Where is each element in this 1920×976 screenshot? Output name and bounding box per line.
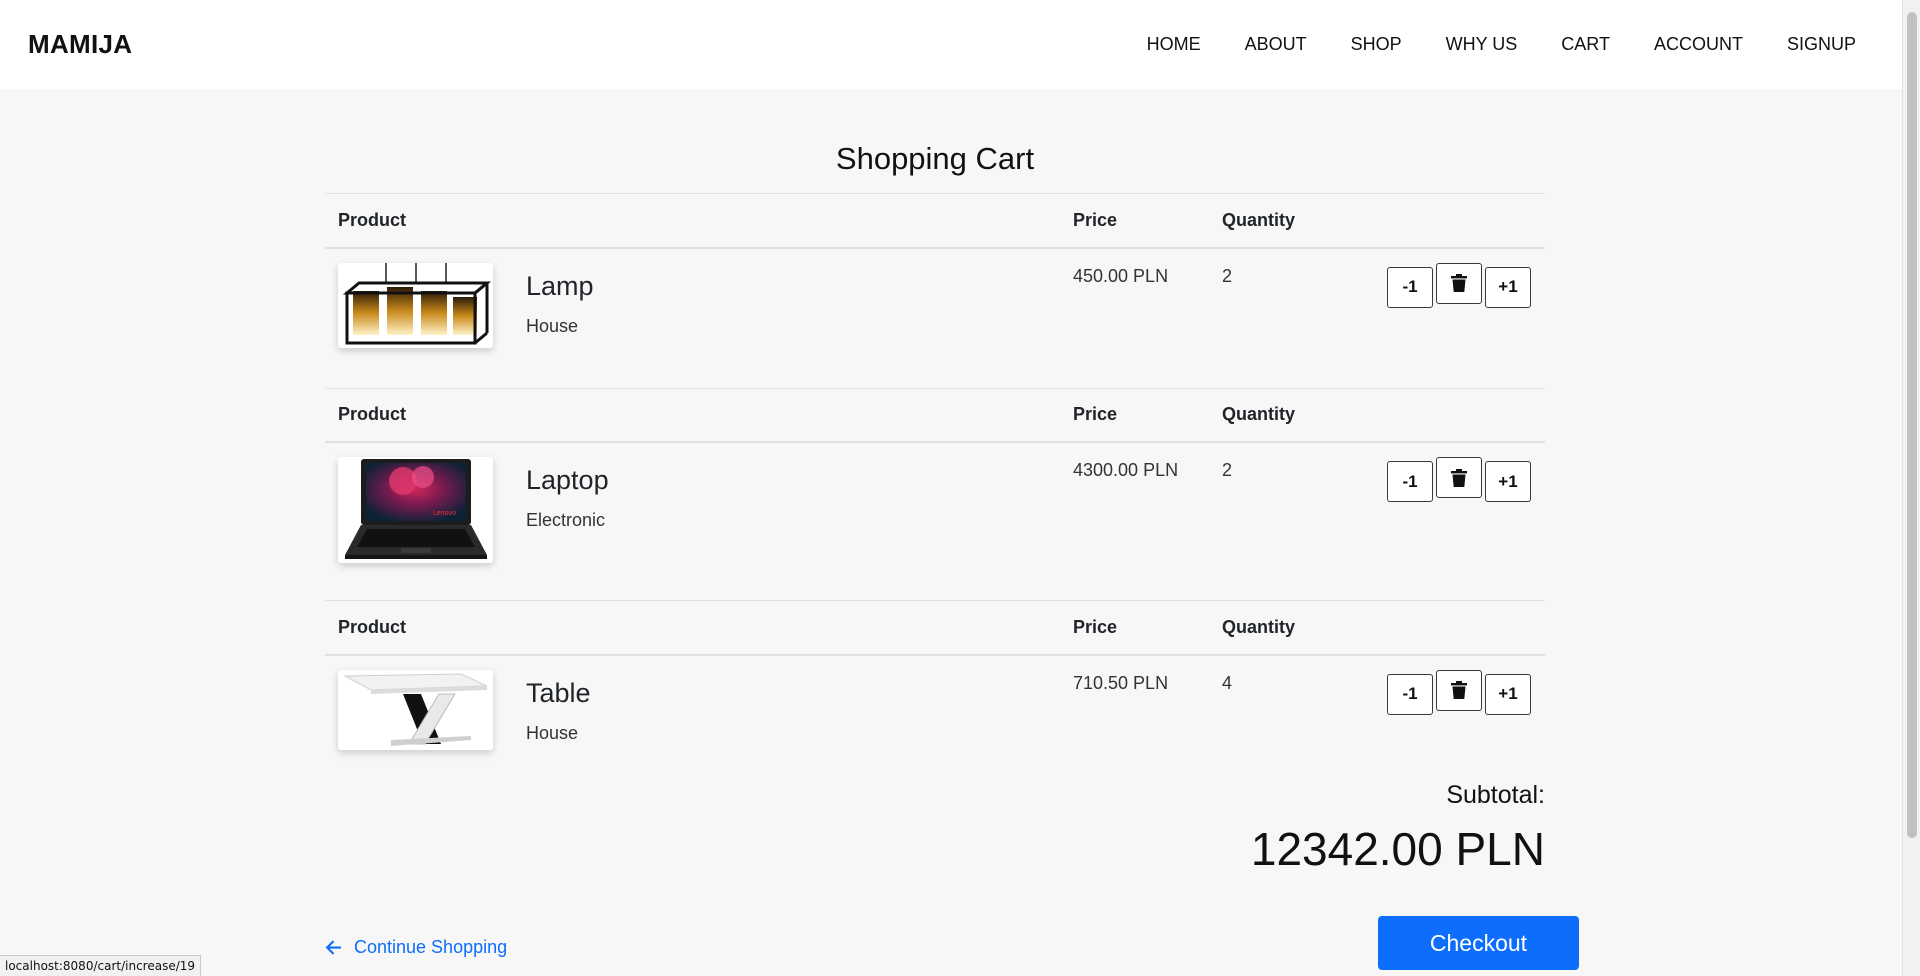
increase-quantity-button[interactable]: +1 (1485, 461, 1531, 502)
increase-quantity-button[interactable]: +1 (1485, 266, 1531, 308)
trash-icon (1451, 274, 1467, 292)
scrollbar-thumb[interactable] (1907, 12, 1917, 838)
laptop-image[interactable]: Lenovo (338, 457, 493, 563)
browser-status-url: localhost:8080/cart/increase/19 (0, 955, 202, 976)
col-header-price: Price (1073, 404, 1118, 425)
product-price: 710.50 PLN (1073, 672, 1169, 693)
product-category: House (526, 315, 579, 336)
nav-about[interactable]: ABOUT (1245, 34, 1307, 55)
product-category: House (526, 722, 579, 743)
cart-item-table: Product Price Quantity (325, 600, 1545, 755)
product-name[interactable]: Lamp (526, 271, 594, 302)
main-nav: HOME ABOUT SHOP WHY US CART ACCOUNT SIGN… (1103, 34, 1856, 55)
delete-item-button[interactable] (1436, 669, 1482, 711)
page-title: Shopping Cart (835, 141, 1035, 176)
table-row: Lenovo Laptop Electronic 4300.00 PLN 2 -… (325, 442, 1545, 602)
navbar: MAMIJA HOME ABOUT SHOP WHY US CART ACCOU… (0, 0, 1902, 89)
decrease-quantity-button[interactable]: -1 (1387, 461, 1433, 502)
trash-icon (1451, 681, 1467, 699)
decrease-quantity-button[interactable]: -1 (1387, 673, 1433, 715)
col-header-actions (1372, 194, 1545, 248)
col-header-actions (1372, 388, 1545, 442)
subtotal-value: 12342.00 PLN (1250, 822, 1545, 875)
svg-text:Lenovo: Lenovo (433, 510, 456, 517)
lamp-image[interactable] (338, 262, 493, 348)
checkout-button[interactable]: Checkout (1378, 916, 1579, 970)
arrow-left-icon (325, 940, 341, 955)
table-header-row: Product Price Quantity (325, 600, 1545, 655)
col-header-product: Product (338, 404, 407, 425)
product-price: 4300.00 PLN (1073, 460, 1179, 480)
brand-logo[interactable]: MAMIJA (28, 29, 132, 60)
table-row: Table House 710.50 PLN 4 -1 +1 (325, 655, 1545, 755)
delete-item-button[interactable] (1436, 457, 1482, 498)
cart-item-table: Product Price Quantity (325, 193, 1545, 388)
nav-cart[interactable]: CART (1561, 34, 1610, 55)
cart-item-table: Product Price Quantity (325, 388, 1545, 603)
nav-account[interactable]: ACCOUNT (1654, 34, 1743, 55)
delete-item-button[interactable] (1436, 262, 1482, 304)
product-name[interactable]: Laptop (526, 465, 609, 496)
product-category: Electronic (526, 510, 606, 530)
product-quantity: 2 (1222, 265, 1233, 286)
col-header-price: Price (1073, 209, 1118, 230)
product-name[interactable]: Table (526, 678, 591, 709)
col-header-quantity: Quantity (1222, 209, 1296, 230)
col-header-actions (1372, 601, 1545, 655)
nav-signup[interactable]: SIGNUP (1787, 34, 1856, 55)
product-quantity: 2 (1222, 460, 1233, 480)
col-header-quantity: Quantity (1222, 404, 1296, 425)
cart-container: Shopping Cart Product Price Quantity Lam… (325, 89, 1545, 876)
col-header-quantity: Quantity (1222, 616, 1296, 637)
table-header-row: Product Price Quantity (325, 388, 1545, 442)
continue-shopping-link[interactable]: Continue Shopping (325, 937, 507, 958)
nav-why-us[interactable]: WHY US (1446, 34, 1518, 55)
continue-shopping-label: Continue Shopping (354, 937, 508, 957)
table-header-row: Product Price Quantity (325, 193, 1545, 248)
increase-quantity-button[interactable]: +1 (1485, 673, 1531, 715)
col-header-price: Price (1073, 616, 1118, 637)
nav-shop[interactable]: SHOP (1351, 34, 1402, 55)
decrease-quantity-button[interactable]: -1 (1387, 266, 1433, 308)
col-header-product: Product (338, 209, 407, 230)
page-scrollbar[interactable] (1902, 0, 1920, 976)
product-price: 450.00 PLN (1073, 265, 1169, 286)
subtotal-label: Subtotal: (1446, 780, 1545, 809)
col-header-product: Product (338, 616, 407, 637)
trash-icon (1451, 468, 1467, 487)
table-row: Lamp House 450.00 PLN 2 -1 +1 (325, 248, 1545, 388)
product-quantity: 4 (1222, 672, 1233, 693)
nav-home[interactable]: HOME (1147, 34, 1201, 55)
table-image[interactable] (338, 669, 493, 750)
